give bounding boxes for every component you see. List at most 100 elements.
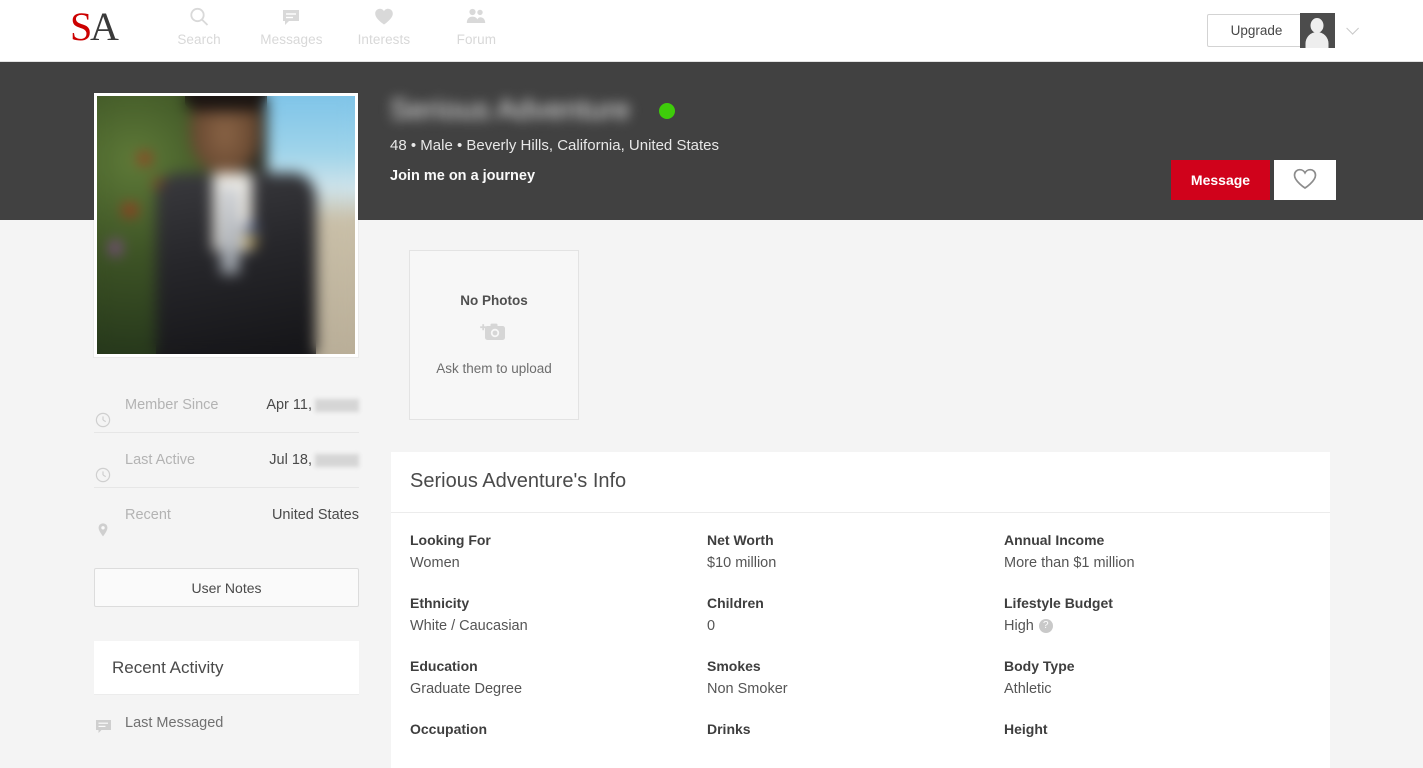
info-field-value: More than $1 million xyxy=(1004,555,1311,571)
info-cell: Occupation xyxy=(410,721,707,744)
info-field-value-text: White / Caucasian xyxy=(410,618,528,634)
info-field-value: High? xyxy=(1004,618,1311,634)
meta-value: Apr 11, xyxy=(266,378,359,433)
message-icon xyxy=(247,6,335,30)
meta-label: Recent xyxy=(125,507,171,523)
info-field-key: Annual Income xyxy=(1004,532,1105,548)
profile-photo-card[interactable] xyxy=(94,93,358,357)
info-field-value-text: Athletic xyxy=(1004,681,1052,697)
info-field-key: Lifestyle Budget xyxy=(1004,595,1113,611)
info-field-value-text: $10 million xyxy=(707,555,777,571)
recent-activity-list: Last Messaged xyxy=(94,707,359,755)
recent-activity-title: Recent Activity xyxy=(94,641,359,695)
primary-nav: Search Messages Interests Forum xyxy=(155,6,520,58)
profile-name: Serious Adventure xyxy=(390,94,631,126)
meta-row-recent: Recent United States xyxy=(94,488,359,543)
info-cell: Ethnicity White / Caucasian xyxy=(410,595,707,634)
info-field-value: Non Smoker xyxy=(707,681,1004,697)
info-field-value: Athletic xyxy=(1004,681,1311,697)
message-button[interactable]: Message xyxy=(1171,160,1270,200)
info-cell: Body Type Athletic xyxy=(1004,658,1311,697)
info-cell: Annual Income More than $1 million xyxy=(1004,532,1311,571)
info-cell: Looking For Women xyxy=(410,532,707,571)
info-field-value: Graduate Degree xyxy=(410,681,707,697)
camera-plus-icon xyxy=(479,320,509,349)
info-cell: Net Worth $10 million xyxy=(707,532,1004,571)
info-cell: Lifestyle Budget High? xyxy=(1004,595,1311,634)
info-field-key: Net Worth xyxy=(707,532,774,548)
info-cell: Height xyxy=(1004,721,1311,744)
upgrade-button[interactable]: Upgrade xyxy=(1207,14,1306,47)
no-photos-subtitle: Ask them to upload xyxy=(436,361,552,376)
meta-label: Last Active xyxy=(125,452,196,468)
no-photos-card[interactable]: No Photos Ask them to upload xyxy=(409,250,579,420)
people-icon xyxy=(432,6,520,30)
profile-info-heading: Serious Adventure's Info xyxy=(391,452,1330,513)
nav-item-forum[interactable]: Forum xyxy=(432,6,520,47)
info-field-key: Looking For xyxy=(410,532,491,548)
nav-label-search: Search xyxy=(177,32,221,47)
info-field-value-text: Women xyxy=(410,555,460,571)
profile-info-card: Serious Adventure's Info Looking For Wome… xyxy=(391,452,1330,768)
profile-meta-line: 48 • Male • Beverly Hills, California, U… xyxy=(390,137,719,154)
meta-row-member-since: Member Since Apr 11, xyxy=(94,378,359,433)
info-field-key: Drinks xyxy=(707,721,751,737)
clock-icon xyxy=(95,451,111,483)
info-cell: Drinks xyxy=(707,721,1004,744)
info-field-value: 0 xyxy=(707,618,1004,634)
info-field-key: Ethnicity xyxy=(410,595,470,611)
site-logo[interactable]: S A xyxy=(70,4,128,51)
info-field-value-text: 0 xyxy=(707,618,716,634)
heart-icon xyxy=(340,6,428,30)
recent-activity-card: Recent Activity xyxy=(94,641,359,695)
profile-tagline: Join me on a journey xyxy=(390,168,536,184)
nav-label-forum: Forum xyxy=(456,32,497,47)
info-cell: Education Graduate Degree xyxy=(410,658,707,697)
meta-value: Jul 18, xyxy=(269,433,359,488)
search-icon xyxy=(155,6,243,30)
activity-row-last-messaged: Last Messaged xyxy=(94,707,359,755)
user-notes-button[interactable]: User Notes xyxy=(94,568,359,607)
top-navigation-bar: S A Search Messages Interests Forum Upgr… xyxy=(0,0,1423,62)
nav-item-search[interactable]: Search xyxy=(155,6,243,47)
pin-icon xyxy=(95,506,111,537)
info-field-key: Smokes xyxy=(707,658,761,674)
info-field-key: Occupation xyxy=(410,721,488,737)
svg-text:S: S xyxy=(70,7,92,49)
info-cell: Children 0 xyxy=(707,595,1004,634)
info-field-value-text: Graduate Degree xyxy=(410,681,523,697)
nav-item-messages[interactable]: Messages xyxy=(247,6,335,47)
nav-label-messages: Messages xyxy=(260,32,323,47)
info-field-value: White / Caucasian xyxy=(410,618,707,634)
no-photos-title: No Photos xyxy=(460,293,528,308)
online-status-indicator xyxy=(659,103,675,119)
account-menu[interactable] xyxy=(1299,13,1359,48)
message-icon xyxy=(95,719,112,734)
activity-label: Last Messaged xyxy=(125,715,224,731)
meta-value: United States xyxy=(271,507,359,523)
info-field-value: Women xyxy=(410,555,707,571)
info-field-value-text: High xyxy=(1004,618,1034,634)
info-field-key: Children xyxy=(707,595,764,611)
heart-outline-icon xyxy=(1292,167,1318,194)
info-field-key: Body Type xyxy=(1004,658,1075,674)
user-avatar-icon xyxy=(1299,13,1335,48)
info-field-value-text: More than $1 million xyxy=(1004,555,1135,571)
favorite-button[interactable] xyxy=(1274,160,1336,200)
clock-icon xyxy=(95,396,111,428)
nav-label-interests: Interests xyxy=(357,32,411,47)
meta-label: Member Since xyxy=(125,397,219,413)
info-field-key: Education xyxy=(410,658,478,674)
info-cell: Smokes Non Smoker xyxy=(707,658,1004,697)
help-icon[interactable]: ? xyxy=(1038,619,1053,634)
profile-photo xyxy=(97,96,355,354)
redacted-year xyxy=(315,398,359,412)
nav-item-interests[interactable]: Interests xyxy=(340,6,428,47)
info-field-value-text: Non Smoker xyxy=(707,681,788,697)
redacted-year xyxy=(315,453,359,467)
info-field-value: $10 million xyxy=(707,555,1004,571)
chevron-down-icon xyxy=(1346,22,1359,35)
svg-text:A: A xyxy=(90,7,119,49)
profile-info-grid: Looking For Women Net Worth $10 million Annu… xyxy=(391,513,1330,768)
info-field-key: Height xyxy=(1004,721,1048,737)
